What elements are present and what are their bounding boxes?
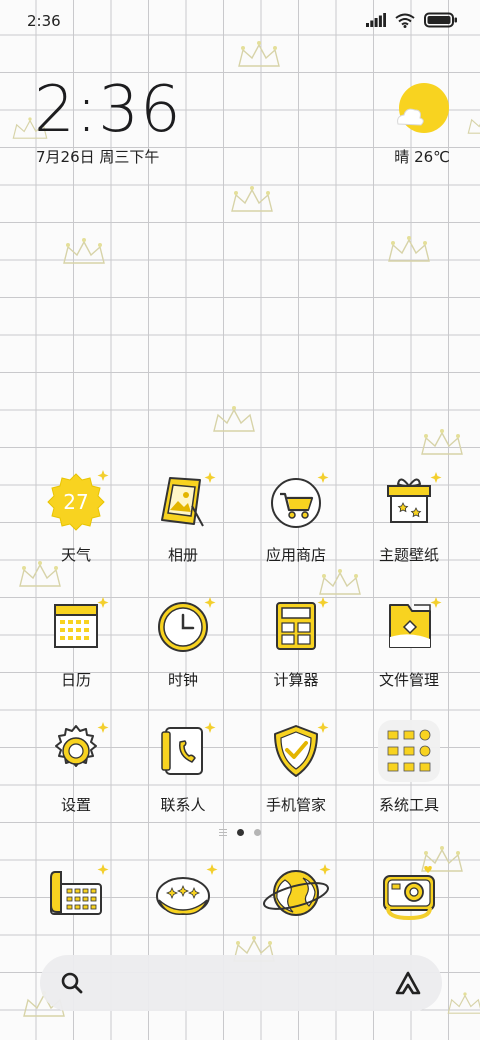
calculator-icon <box>276 597 329 650</box>
weather-icon: 27 <box>47 470 109 531</box>
app-themes[interactable]: 主题壁纸 <box>354 466 464 565</box>
gallery-icon <box>161 472 216 527</box>
app-label: 相册 <box>167 546 198 564</box>
app-label: 日历 <box>60 671 91 689</box>
weather-text: 晴 26℃ <box>394 148 450 166</box>
app-gallery[interactable]: 相册 <box>128 466 238 565</box>
app-weather[interactable]: 27 天气 <box>21 466 131 565</box>
calendar-icon <box>54 597 109 648</box>
browser-icon <box>263 864 331 916</box>
security-icon <box>274 722 329 777</box>
themes-icon <box>387 472 442 523</box>
app-label: 应用商店 <box>265 546 326 564</box>
app-system-tools-folder[interactable]: 系统工具 <box>354 716 464 815</box>
app-label: 文件管理 <box>378 671 439 689</box>
dock-camera[interactable] <box>354 856 464 930</box>
page-dot-active <box>237 829 244 836</box>
search-icon[interactable] <box>60 971 84 995</box>
app-clock[interactable]: 时钟 <box>128 591 238 690</box>
menu-lines-icon <box>219 829 227 836</box>
clock-widget-date[interactable]: 7月26日 周三下午 <box>36 146 159 167</box>
svg-text:27: 27 <box>63 490 88 514</box>
app-label: 手机管家 <box>265 796 326 814</box>
page-dot <box>254 829 261 836</box>
camera-icon <box>383 866 435 921</box>
wifi-icon <box>395 13 415 28</box>
file-manager-icon <box>389 597 442 648</box>
crown-decoration-icon <box>213 406 255 432</box>
contacts-icon <box>161 722 216 775</box>
crown-decoration-icon <box>447 992 480 1014</box>
crown-decoration-icon <box>231 186 273 212</box>
app-calendar[interactable]: 日历 <box>21 591 131 690</box>
app-label: 联系人 <box>160 796 206 814</box>
crown-decoration-icon <box>467 118 480 134</box>
dock-messages[interactable] <box>128 856 238 930</box>
app-security[interactable]: 手机管家 <box>241 716 351 815</box>
crown-decoration-icon <box>238 41 280 67</box>
dock-browser[interactable] <box>241 856 351 930</box>
app-calculator[interactable]: 计算器 <box>241 591 351 690</box>
app-label: 天气 <box>60 546 91 564</box>
messages-icon <box>156 864 218 915</box>
app-app-store[interactable]: 应用商店 <box>241 466 351 565</box>
status-time: 2:36 <box>27 12 61 30</box>
status-bar: 2:36 <box>0 0 480 44</box>
assistant-icon[interactable] <box>394 970 422 996</box>
app-file-manager[interactable]: 文件管理 <box>354 591 464 690</box>
app-label: 计算器 <box>273 671 319 689</box>
app-label: 主题壁纸 <box>378 546 439 564</box>
app-label: 设置 <box>60 796 91 814</box>
app-label: 时钟 <box>167 671 198 689</box>
search-bar[interactable] <box>40 955 442 1011</box>
crown-decoration-icon <box>421 429 463 455</box>
signal-icon <box>366 13 386 27</box>
app-contacts[interactable]: 联系人 <box>128 716 238 815</box>
system-tools-folder-icon <box>378 720 440 782</box>
clock-icon <box>158 597 216 652</box>
battery-icon <box>424 12 457 28</box>
app-store-icon <box>271 472 329 528</box>
dock-phone[interactable] <box>19 856 129 930</box>
sun-cloud-icon <box>397 83 449 133</box>
crown-decoration-icon <box>388 236 430 262</box>
app-label: 系统工具 <box>378 796 439 814</box>
app-settings[interactable]: 设置 <box>21 716 131 815</box>
settings-icon <box>55 722 109 767</box>
clock-widget-time[interactable]: 2:36 <box>34 78 182 142</box>
page-indicator[interactable] <box>0 829 480 836</box>
phone-icon <box>50 864 109 915</box>
crown-decoration-icon <box>63 238 105 264</box>
